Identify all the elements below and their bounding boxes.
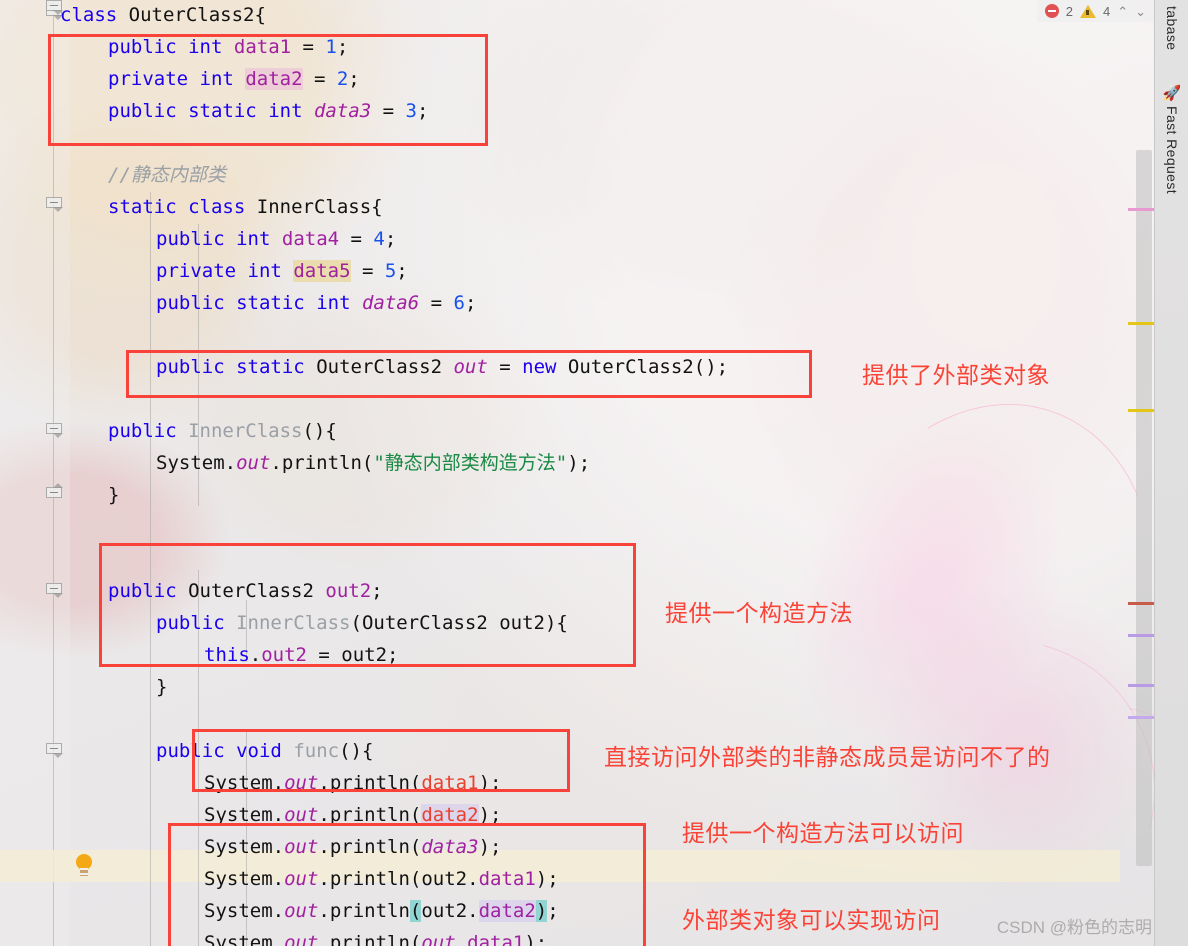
prev-problem-icon[interactable]: ⌃ [1117, 5, 1128, 18]
scrollbar-marker-1[interactable] [1128, 322, 1154, 325]
code-line-15[interactable]: System.out.println("静态内部类构造方法"); [156, 447, 590, 479]
scrollbar-marker-2[interactable] [1128, 409, 1154, 412]
annotation-text-a4: 提供一个构造方法可以访问 [682, 821, 964, 847]
code-line-20[interactable]: public InnerClass(OuterClass2 out2){ [156, 607, 568, 639]
code-line-25[interactable]: System.out.println(data1); [204, 767, 501, 799]
editor-scrollbar-thumb[interactable] [1136, 150, 1152, 866]
code-line-6[interactable]: //静态内部类 [108, 159, 226, 191]
error-circle-icon [1044, 4, 1059, 18]
scrollbar-marker-5[interactable] [1128, 684, 1154, 687]
csdn-watermark: CSDN @粉色的志明 [996, 918, 1152, 937]
code-line-8[interactable]: public int data4 = 4; [156, 223, 396, 255]
code-line-2[interactable]: public int data1 = 1; [108, 31, 348, 63]
ide-editor-screenshot: class OuterClass2{public int data1 = 1; p… [0, 0, 1188, 946]
scrollbar-marker-4[interactable] [1128, 634, 1154, 637]
code-line-28[interactable]: System.out.println(out2.data1); [204, 863, 559, 895]
warning-count: 4 [1102, 3, 1111, 19]
next-problem-icon[interactable]: ⌄ [1135, 5, 1146, 18]
right-tool-sidebar: tabase 🚀 Fast Request [1154, 0, 1188, 946]
code-line-7[interactable]: static class InnerClass{ [108, 191, 383, 223]
code-line-26[interactable]: System.out.println(data2); [204, 799, 501, 831]
code-line-9[interactable]: private int data5 = 5; [156, 255, 408, 287]
tool-window-fast-request[interactable]: 🚀 Fast Request [1155, 84, 1188, 194]
intention-bulb-icon[interactable] [74, 854, 94, 878]
code-line-4[interactable]: public static int data3 = 3; [108, 95, 428, 127]
annotation-text-a2: 提供一个构造方法 [665, 601, 853, 627]
code-line-12[interactable]: public static OuterClass2 out = new Oute… [156, 351, 728, 383]
tool-window-database[interactable]: tabase [1155, 6, 1188, 50]
code-line-1[interactable]: class OuterClass2{ [60, 0, 266, 31]
fold-marker-line-24[interactable] [46, 743, 63, 758]
code-line-29[interactable]: System.out.println(out2.data2); [204, 895, 559, 927]
scrollbar-marker-0[interactable] [1128, 208, 1154, 211]
scrollbar-marker-6[interactable] [1128, 716, 1154, 719]
fold-marker-line-16[interactable] [46, 483, 63, 498]
annotation-text-a1: 提供了外部类对象 [862, 363, 1050, 389]
error-count: 2 [1065, 3, 1073, 19]
tool-window-fast-request-label: Fast Request [1164, 106, 1180, 195]
annotation-text-a5: 外部类对象可以实现访问 [682, 908, 941, 934]
code-line-3[interactable]: private int data2 = 2; [108, 63, 360, 95]
tool-window-database-label: tabase [1164, 6, 1180, 51]
code-line-19[interactable]: public OuterClass2 out2; [108, 575, 383, 607]
code-line-10[interactable]: public static int data6 = 6; [156, 287, 476, 319]
code-line-27[interactable]: System.out.println(data3); [204, 831, 501, 863]
code-line-30[interactable]: System.out.println(out.data1); [204, 927, 547, 946]
fold-marker-line-19[interactable] [46, 583, 63, 598]
code-line-22[interactable]: } [156, 671, 167, 703]
code-text-layer[interactable]: class OuterClass2{public int data1 = 1; p… [0, 0, 1120, 946]
fold-marker-line-14[interactable] [46, 423, 63, 438]
code-line-14[interactable]: public InnerClass(){ [108, 415, 337, 447]
code-line-24[interactable]: public void func(){ [156, 735, 373, 767]
code-line-21[interactable]: this.out2 = out2; [204, 639, 399, 671]
code-line-16[interactable]: } [108, 479, 119, 511]
warning-triangle-icon [1079, 4, 1096, 18]
scrollbar-marker-3[interactable] [1128, 602, 1154, 605]
annotation-text-a3: 直接访问外部类的非静态成员是访问不了的 [604, 745, 1051, 771]
inspection-widget[interactable]: 2 4 ⌃ ⌄ [1036, 0, 1154, 22]
rocket-icon: 🚀 [1162, 85, 1182, 102]
